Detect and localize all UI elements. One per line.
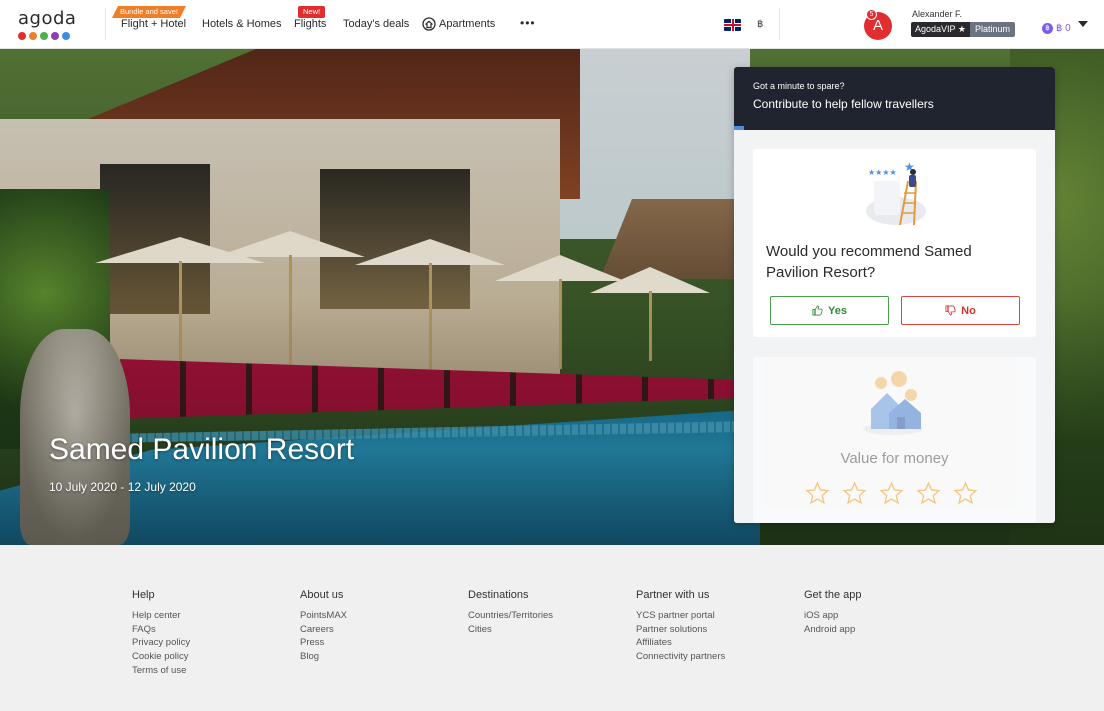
footer-heading: Destinations: [468, 589, 529, 601]
star-rating: [805, 481, 978, 506]
star-icon[interactable]: [805, 481, 830, 506]
yes-button-label: Yes: [828, 304, 847, 317]
no-button[interactable]: No: [901, 296, 1020, 325]
rating-ladder-illustration-icon: ★★★★ ★: [866, 160, 926, 226]
notification-count-badge: 5: [866, 9, 877, 20]
footer-link[interactable]: Android app: [804, 623, 862, 637]
feedback-progress-bar: [734, 126, 744, 130]
footer-heading: Help: [132, 589, 155, 601]
star-icon[interactable]: [916, 481, 941, 506]
points-balance[interactable]: ฿ ฿ 0: [1042, 23, 1071, 34]
points-value: ฿ 0: [1056, 23, 1071, 34]
footer-link[interactable]: Press: [300, 636, 347, 650]
property-title: Samed Pavilion Resort: [49, 433, 355, 466]
footer-link[interactable]: Countries/Territories: [468, 609, 553, 623]
agoda-logo[interactable]: agoda: [18, 8, 78, 40]
value-for-money-label: Value for money: [840, 450, 949, 467]
footer-link[interactable]: Partner solutions: [636, 623, 725, 637]
account-dropdown-icon[interactable]: [1078, 21, 1088, 27]
nav-flights[interactable]: Flights: [294, 18, 326, 30]
footer-link[interactable]: Careers: [300, 623, 347, 637]
logo-dot: [29, 32, 37, 40]
footer-column-about: About us PointsMAX Careers Press Blog: [300, 589, 347, 664]
vip-badge: AgodaVIP ★ Platinum: [911, 22, 1015, 37]
footer-link[interactable]: Affiliates: [636, 636, 725, 650]
top-header: agoda Bundle and save! Flight + Hotel Ho…: [0, 0, 1104, 49]
footer-heading: Get the app: [804, 589, 862, 601]
value-card: Value for money: [753, 357, 1036, 523]
nav-flight-hotel[interactable]: Flight + Hotel: [121, 18, 186, 30]
footer-column-app: Get the app iOS app Android app: [804, 589, 862, 636]
yes-button[interactable]: Yes: [770, 296, 889, 325]
footer-link[interactable]: Privacy policy: [132, 636, 190, 650]
currency-selector[interactable]: ฿: [757, 19, 763, 30]
feedback-panel-header: Got a minute to spare? Contribute to hel…: [734, 67, 1055, 130]
feedback-subtitle: Got a minute to spare?: [753, 81, 845, 91]
footer-column-help: Help Help center FAQs Privacy policy Coo…: [132, 589, 190, 678]
footer-heading: About us: [300, 589, 344, 601]
apartment-icon: [422, 17, 436, 31]
feedback-panel: Got a minute to spare? Contribute to hel…: [734, 67, 1055, 523]
thumbs-up-icon: [812, 305, 823, 316]
logo-dots: [18, 32, 78, 40]
vip-label: AgodaVIP ★: [911, 22, 970, 37]
footer-column-destinations: Destinations Countries/Territories Citie…: [468, 589, 553, 636]
house-coins-illustration-icon: [863, 371, 923, 435]
footer-column-partners: Partner with us YCS partner portal Partn…: [636, 589, 725, 664]
footer-link[interactable]: iOS app: [804, 609, 862, 623]
footer-link[interactable]: Blog: [300, 650, 347, 664]
footer-link[interactable]: Cookie policy: [132, 650, 190, 664]
svg-text:★★★★: ★★★★: [868, 168, 897, 177]
footer-link[interactable]: Terms of use: [132, 664, 190, 678]
bundle-badge: Bundle and save!: [112, 6, 186, 18]
footer-link[interactable]: Connectivity partners: [636, 650, 725, 664]
feedback-title: Contribute to help fellow travellers: [753, 97, 934, 111]
footer-link[interactable]: YCS partner portal: [636, 609, 725, 623]
logo-dot: [62, 32, 70, 40]
nav-hotels-homes[interactable]: Hotels & Homes: [202, 18, 281, 30]
site-footer: Help Help center FAQs Privacy policy Coo…: [0, 545, 1104, 711]
logo-text: agoda: [18, 8, 77, 29]
star-icon[interactable]: [842, 481, 867, 506]
divider: [105, 8, 106, 40]
footer-link[interactable]: Help center: [132, 609, 190, 623]
recommend-question: Would you recommend Samed Pavilion Resor…: [766, 243, 972, 281]
footer-heading: Partner with us: [636, 589, 710, 601]
recommend-card: ★★★★ ★ Would you recommend Samed Pavilio…: [753, 149, 1036, 337]
nav-apartments[interactable]: Apartments: [422, 17, 495, 31]
tier-label: Platinum: [969, 22, 1015, 37]
star-icon[interactable]: [879, 481, 904, 506]
nav-apartments-label: Apartments: [439, 18, 496, 30]
language-flag-icon[interactable]: [724, 19, 741, 31]
logo-dot: [51, 32, 59, 40]
more-menu-icon[interactable]: •••: [520, 16, 536, 30]
divider: [779, 8, 780, 40]
footer-link[interactable]: Cities: [468, 623, 553, 637]
stay-dates: 10 July 2020 - 12 July 2020: [49, 480, 196, 494]
logo-dot: [40, 32, 48, 40]
user-name[interactable]: Alexander F.: [912, 9, 962, 19]
no-button-label: No: [961, 304, 976, 317]
logo-dot: [18, 32, 26, 40]
points-coin-icon: ฿: [1042, 23, 1053, 34]
footer-link[interactable]: FAQs: [132, 623, 190, 637]
new-badge: New!: [298, 6, 326, 18]
nav-todays-deals[interactable]: Today's deals: [343, 18, 409, 30]
footer-link[interactable]: PointsMAX: [300, 609, 347, 623]
thumbs-down-icon: [945, 305, 956, 316]
star-icon[interactable]: [953, 481, 978, 506]
